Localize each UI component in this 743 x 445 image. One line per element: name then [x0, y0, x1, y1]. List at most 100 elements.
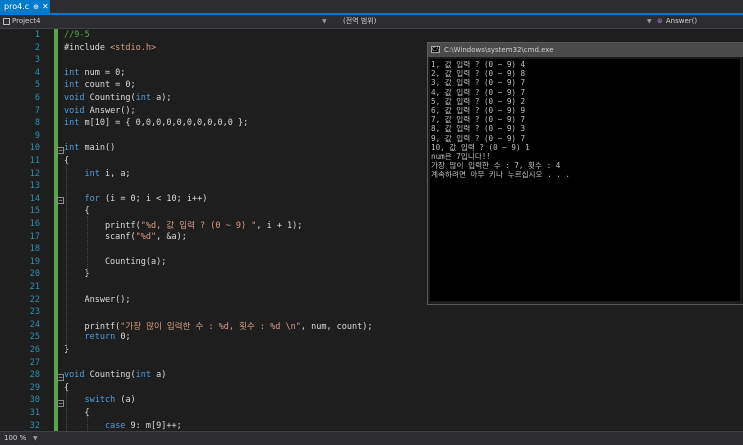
code-line[interactable]: printf("가장 많이 입력한 수 : %d, 횟수 : %d \n", n… — [64, 320, 372, 332]
change-indicator — [54, 360, 58, 431]
close-icon[interactable]: ✕ — [42, 2, 49, 11]
line-number: 13 — [29, 181, 40, 192]
project-icon — [3, 17, 10, 25]
line-number: 17 — [29, 231, 40, 242]
line-number: 14 — [29, 193, 40, 204]
line-number: 21 — [29, 282, 40, 292]
line-number: 18 — [29, 244, 40, 255]
code-line[interactable]: void Counting(int a) — [64, 370, 166, 380]
line-number: 30 — [29, 395, 40, 406]
line-number: 32 — [29, 420, 40, 431]
console-output: 1, 값 입력 ? (0 ~ 9) 4 2, 값 입력 ? (0 ~ 9) 8 3,… — [430, 59, 740, 301]
line-number: 7 — [34, 105, 40, 116]
code-line[interactable]: #include <stdio.h> — [64, 43, 156, 53]
pin-icon[interactable]: ⊕ — [33, 3, 39, 11]
code-line[interactable]: int num = 0; — [64, 68, 125, 78]
line-number: 16 — [29, 219, 40, 229]
collapse-icon[interactable]: − — [57, 147, 64, 154]
line-number: 4 — [34, 67, 40, 78]
member-label: Answer() — [665, 17, 698, 25]
code-line[interactable]: } — [64, 269, 89, 279]
code-line[interactable]: void Counting(int a); — [64, 93, 172, 103]
collapse-icon[interactable]: − — [57, 197, 64, 204]
code-line[interactable]: //9-5 — [64, 30, 90, 40]
line-number: 23 — [29, 307, 40, 318]
indent-guide — [87, 416, 88, 431]
project-dropdown[interactable]: Project4 — [3, 15, 40, 28]
code-line[interactable]: Answer(); — [64, 295, 130, 305]
project-name: Project4 — [12, 17, 41, 25]
console-line: 10, 값 입력 ? (0 ~ 9) 1 — [431, 142, 530, 152]
code-line[interactable]: switch (a) — [64, 395, 135, 405]
code-line[interactable]: printf("%d, 값 입력 ? (0 ~ 9) ", i + 1); — [64, 219, 302, 231]
line-number-gutter: 1 2 3 4 5 6 7 8 9 10 11 12 13 14 15 16 17 18 19 20 21 22 23 24 2… — [0, 29, 44, 431]
console-line: 계속하려면 아무 키나 누르십시오 . . . — [431, 170, 570, 180]
line-number: 22 — [29, 294, 40, 305]
console-line: 3, 값 입력 ? (0 ~ 9) 7 — [431, 78, 526, 88]
navigation-bar: Project4 ▼ (전역 범위) ▼ ⊛ Answer() — [0, 15, 743, 29]
line-number: 11 — [29, 156, 40, 166]
line-number: 5 — [34, 80, 40, 91]
line-number: 12 — [29, 168, 40, 179]
line-number: 29 — [29, 382, 40, 393]
line-number: 24 — [29, 319, 40, 330]
member-dropdown[interactable]: ⊛ Answer() — [657, 15, 697, 28]
line-number: 25 — [29, 332, 40, 343]
console-line: num은 7입니다!! — [431, 152, 491, 161]
code-line[interactable]: return 0; — [64, 332, 130, 342]
code-line[interactable]: { — [64, 408, 89, 418]
console-line: 6, 값 입력 ? (0 ~ 9) 9 — [431, 106, 526, 115]
console-line: 9, 값 입력 ? (0 ~ 9) 7 — [431, 133, 526, 143]
collapse-icon[interactable]: − — [57, 374, 64, 381]
change-indicator — [54, 29, 58, 360]
code-line[interactable]: Counting(a); — [64, 257, 166, 267]
line-number: 9 — [34, 130, 40, 141]
console-line: 가장 많이 입력한 수 : 7, 횟수 : 4 — [431, 161, 561, 171]
indent-guide — [66, 391, 67, 431]
line-number: 15 — [29, 206, 40, 217]
console-title: C:\Windows\system32\cmd.exe — [444, 46, 554, 54]
indent-guide — [87, 214, 88, 277]
line-number: 8 — [34, 118, 40, 129]
document-tab-strip: pro4.c ⊕ ✕ — [0, 0, 743, 15]
code-line[interactable]: int main() — [64, 143, 115, 153]
console-window[interactable]: C:\ C:\Windows\system32\cmd.exe 1, 값 입력 … — [427, 42, 743, 305]
console-line: 5, 값 입력 ? (0 ~ 9) 2 — [431, 96, 526, 106]
tab-label: pro4.c — [4, 2, 30, 11]
code-line[interactable]: int count = 0; — [64, 80, 136, 90]
line-number: 3 — [34, 55, 40, 66]
console-line: 1, 값 입력 ? (0 ~ 9) 4 — [431, 60, 526, 69]
line-number: 27 — [29, 357, 40, 368]
console-line: 4, 값 입력 ? (0 ~ 9) 7 — [431, 87, 526, 97]
line-number: 26 — [29, 345, 40, 355]
scope-dropdown[interactable]: (전역 범위) — [343, 15, 376, 28]
method-icon: ⊛ — [657, 17, 663, 25]
console-line: 2, 값 입력 ? (0 ~ 9) 8 — [431, 69, 526, 79]
status-bar: 100 % ▼ — [0, 431, 743, 445]
chevron-down-icon[interactable]: ▼ — [322, 15, 327, 28]
cmd-icon: C:\ — [431, 46, 440, 53]
zoom-level[interactable]: 100 % — [4, 432, 26, 445]
console-line: 7, 값 입력 ? (0 ~ 9) 7 — [431, 115, 526, 125]
code-line[interactable]: int m[10] = { 0,0,0,0,0,0,0,0,0,0 }; — [64, 118, 248, 128]
code-line[interactable]: int i, a; — [64, 169, 130, 179]
line-number: 19 — [29, 256, 40, 267]
code-line[interactable]: void Answer(); — [64, 106, 136, 116]
code-line[interactable]: { — [64, 206, 89, 216]
scope-label: (전역 범위) — [343, 17, 377, 25]
collapse-icon[interactable]: − — [57, 400, 64, 407]
console-title-bar[interactable]: C:\ C:\Windows\system32\cmd.exe — [428, 43, 743, 57]
line-number: 20 — [29, 269, 40, 280]
line-number: 1 — [34, 30, 40, 40]
chevron-down-icon[interactable]: ▼ — [33, 432, 38, 445]
code-line[interactable]: for (i = 0; i < 10; i++) — [64, 194, 207, 204]
line-number: 10 — [29, 143, 40, 154]
console-line: 8, 값 입력 ? (0 ~ 9) 3 — [431, 124, 526, 134]
code-line[interactable]: scanf("%d", &a); — [64, 232, 187, 242]
line-number: 2 — [34, 42, 40, 53]
line-number: 31 — [29, 408, 40, 418]
code-line[interactable]: case 9: m[9]++; — [64, 421, 182, 431]
tab-pro4-c[interactable]: pro4.c ⊕ ✕ — [0, 0, 50, 13]
line-number: 28 — [29, 370, 40, 381]
chevron-down-icon[interactable]: ▼ — [647, 15, 652, 28]
